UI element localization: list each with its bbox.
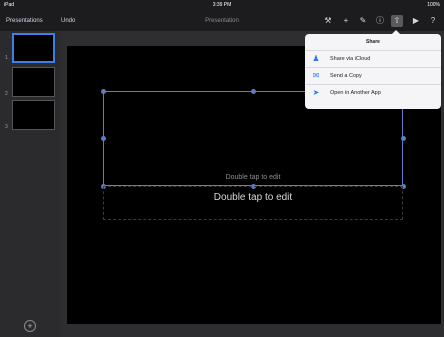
person-add-icon: ♟	[312, 54, 320, 63]
resize-handle[interactable]	[101, 136, 106, 141]
slide-number: 1	[5, 55, 8, 61]
share-popover: Share ♟ Share via iCloud ✉ Send a Copy ➤…	[305, 34, 441, 109]
help-icon[interactable]: ?	[427, 15, 439, 27]
slide-thumbnail[interactable]	[12, 100, 55, 130]
toolbar: Presentations Undo Presentation ⚒ + ✎ ⓘ …	[0, 10, 444, 31]
menu-item-label: Send a Copy	[330, 73, 362, 79]
resize-handle[interactable]	[401, 136, 406, 141]
status-bar: iPad 3:39 PM 100%	[0, 0, 444, 10]
menu-item-label: Open in Another App	[330, 90, 381, 96]
slide-number: 3	[5, 124, 8, 130]
plus-icon[interactable]: +	[24, 320, 36, 332]
popover-title: Share	[366, 39, 380, 45]
add-icon[interactable]: +	[340, 15, 352, 27]
share-via-icloud-item[interactable]: ♟ Share via iCloud	[305, 50, 441, 67]
slide-navigator: 1 2 3	[0, 31, 60, 337]
resize-handle[interactable]	[101, 89, 106, 94]
menu-item-label: Share via iCloud	[330, 56, 371, 62]
info-icon[interactable]: ⓘ	[374, 15, 386, 27]
brush-icon[interactable]: ✎	[357, 15, 369, 27]
play-icon[interactable]: ▶	[410, 15, 422, 27]
subtitle-placeholder: Double tap to edit	[213, 192, 293, 203]
mail-icon: ✉	[312, 71, 320, 80]
battery-label: 100%	[427, 2, 440, 8]
wrench-icon[interactable]: ⚒	[322, 15, 334, 27]
resize-handle[interactable]	[251, 89, 256, 94]
open-in-another-app-item[interactable]: ➤ Open in Another App	[305, 84, 441, 101]
slide-number: 2	[5, 91, 8, 97]
share-arrow-icon: ➤	[312, 88, 320, 97]
slide-thumbnail[interactable]	[12, 33, 55, 63]
title-placeholder: Double tap to edit	[225, 174, 281, 181]
slide-thumbnail[interactable]	[12, 67, 55, 97]
send-a-copy-item[interactable]: ✉ Send a Copy	[305, 67, 441, 84]
clock: 3:39 PM	[212, 2, 232, 8]
share-icon[interactable]: ⇧	[391, 15, 403, 27]
